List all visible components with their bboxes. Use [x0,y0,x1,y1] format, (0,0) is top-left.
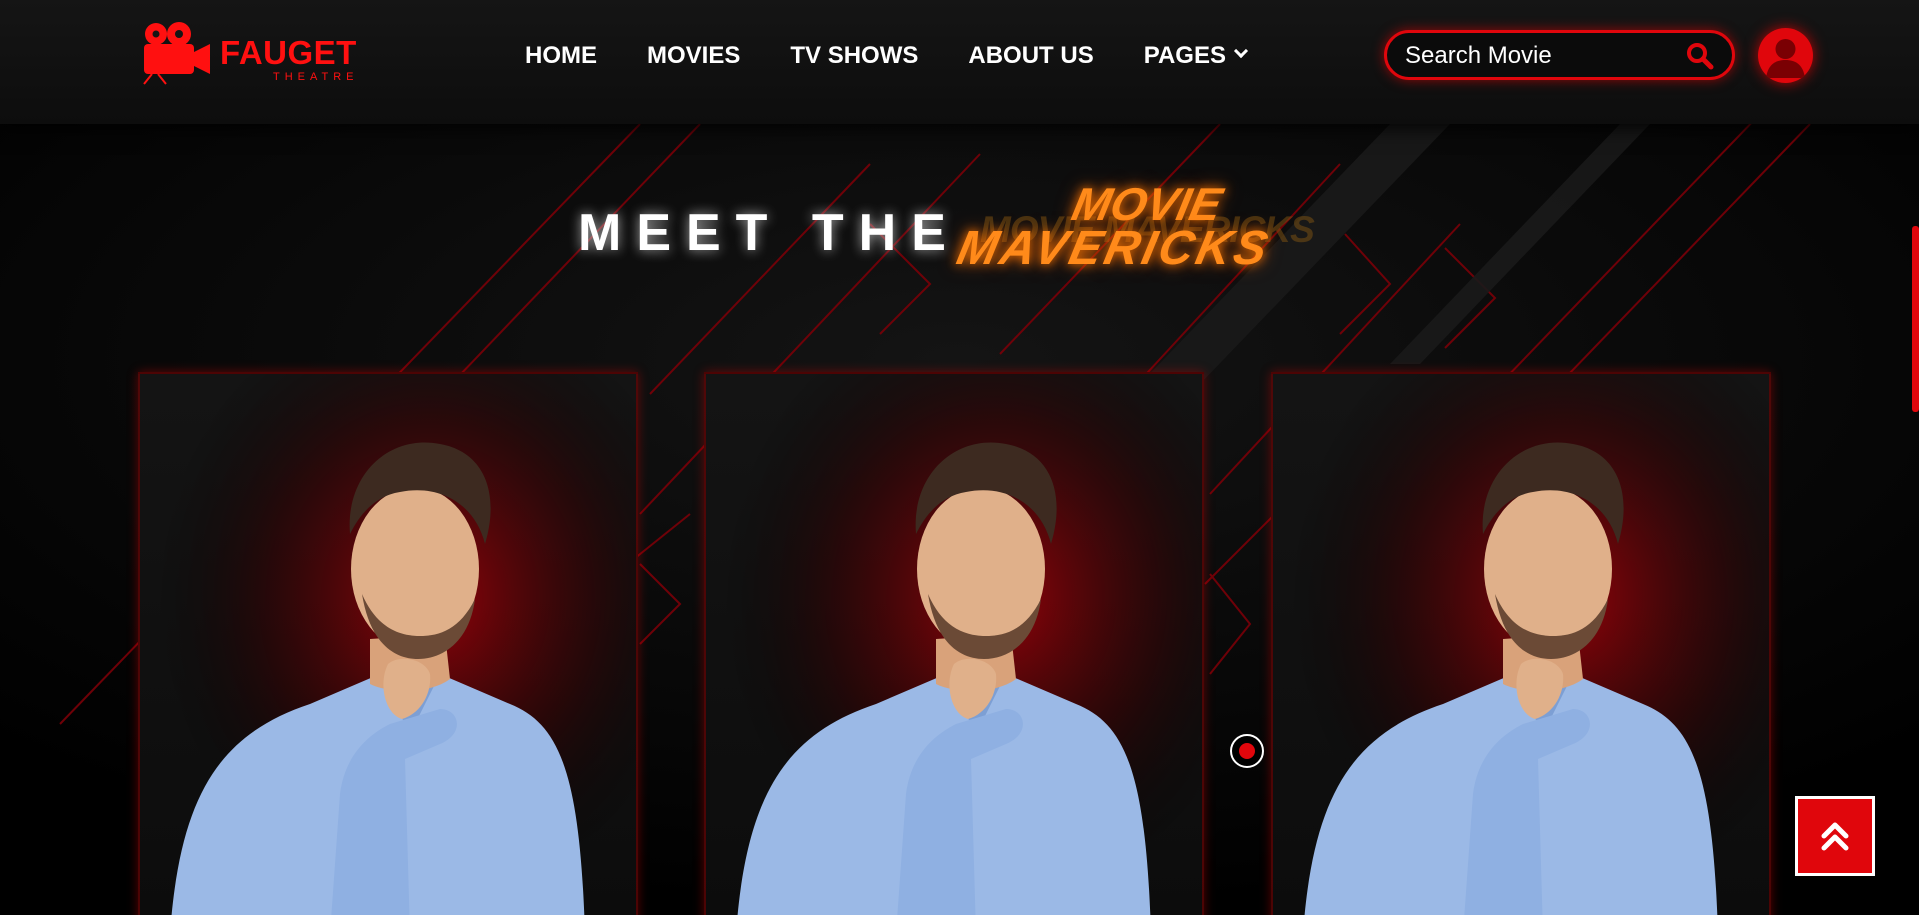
main-nav: HOME MOVIES TV SHOWS ABOUT US PAGES [525,38,1249,74]
nav-item-movies[interactable]: MOVIES [647,38,740,74]
search-icon[interactable] [1686,42,1714,70]
brand-logo[interactable]: FAUGET THEATRE [138,20,368,86]
brand-name: FAUGET [220,34,357,71]
thinking-man-photo [1273,374,1769,915]
search-box [1384,30,1735,80]
nav-item-label: ABOUT US [968,42,1094,69]
nav-item-home[interactable]: HOME [525,38,597,74]
heading-title-line2: MAVERICKS [952,222,1276,275]
page-scrollbar[interactable] [1912,226,1919,412]
user-avatar[interactable] [1758,28,1813,83]
nav-item-about-us[interactable]: ABOUT US [968,38,1093,74]
nav-item-label: HOME [525,42,597,69]
site-header: FAUGET THEATRE HOME MOVIES TV SHOWS ABOU… [0,0,1919,124]
nav-item-label: PAGES [1143,42,1226,69]
chevron-down-icon [1233,43,1249,59]
thinking-man-photo [706,374,1202,915]
heading-prefix: MEET THE [578,204,961,262]
user-icon [1766,39,1805,78]
team-card[interactable] [138,372,638,915]
team-card[interactable] [704,372,1204,915]
team-card[interactable] [1271,372,1771,915]
film-camera-icon [143,22,210,85]
thinking-man-photo [140,374,636,915]
team-section: MEET THE MOVIE MAVERICKS MOVIE MAVERICKS [0,124,1919,915]
scroll-indicator[interactable] [1230,734,1264,768]
back-to-top-button[interactable] [1795,796,1875,876]
search-input[interactable] [1405,41,1675,71]
nav-item-label: TV SHOWS [790,42,919,69]
brand-tagline: THEATRE [273,71,359,83]
nav-item-tv-shows[interactable]: TV SHOWS [790,38,918,74]
nav-item-label: MOVIES [647,42,741,69]
double-chevron-up-icon [1821,822,1849,851]
nav-item-pages[interactable]: PAGES [1143,38,1249,74]
